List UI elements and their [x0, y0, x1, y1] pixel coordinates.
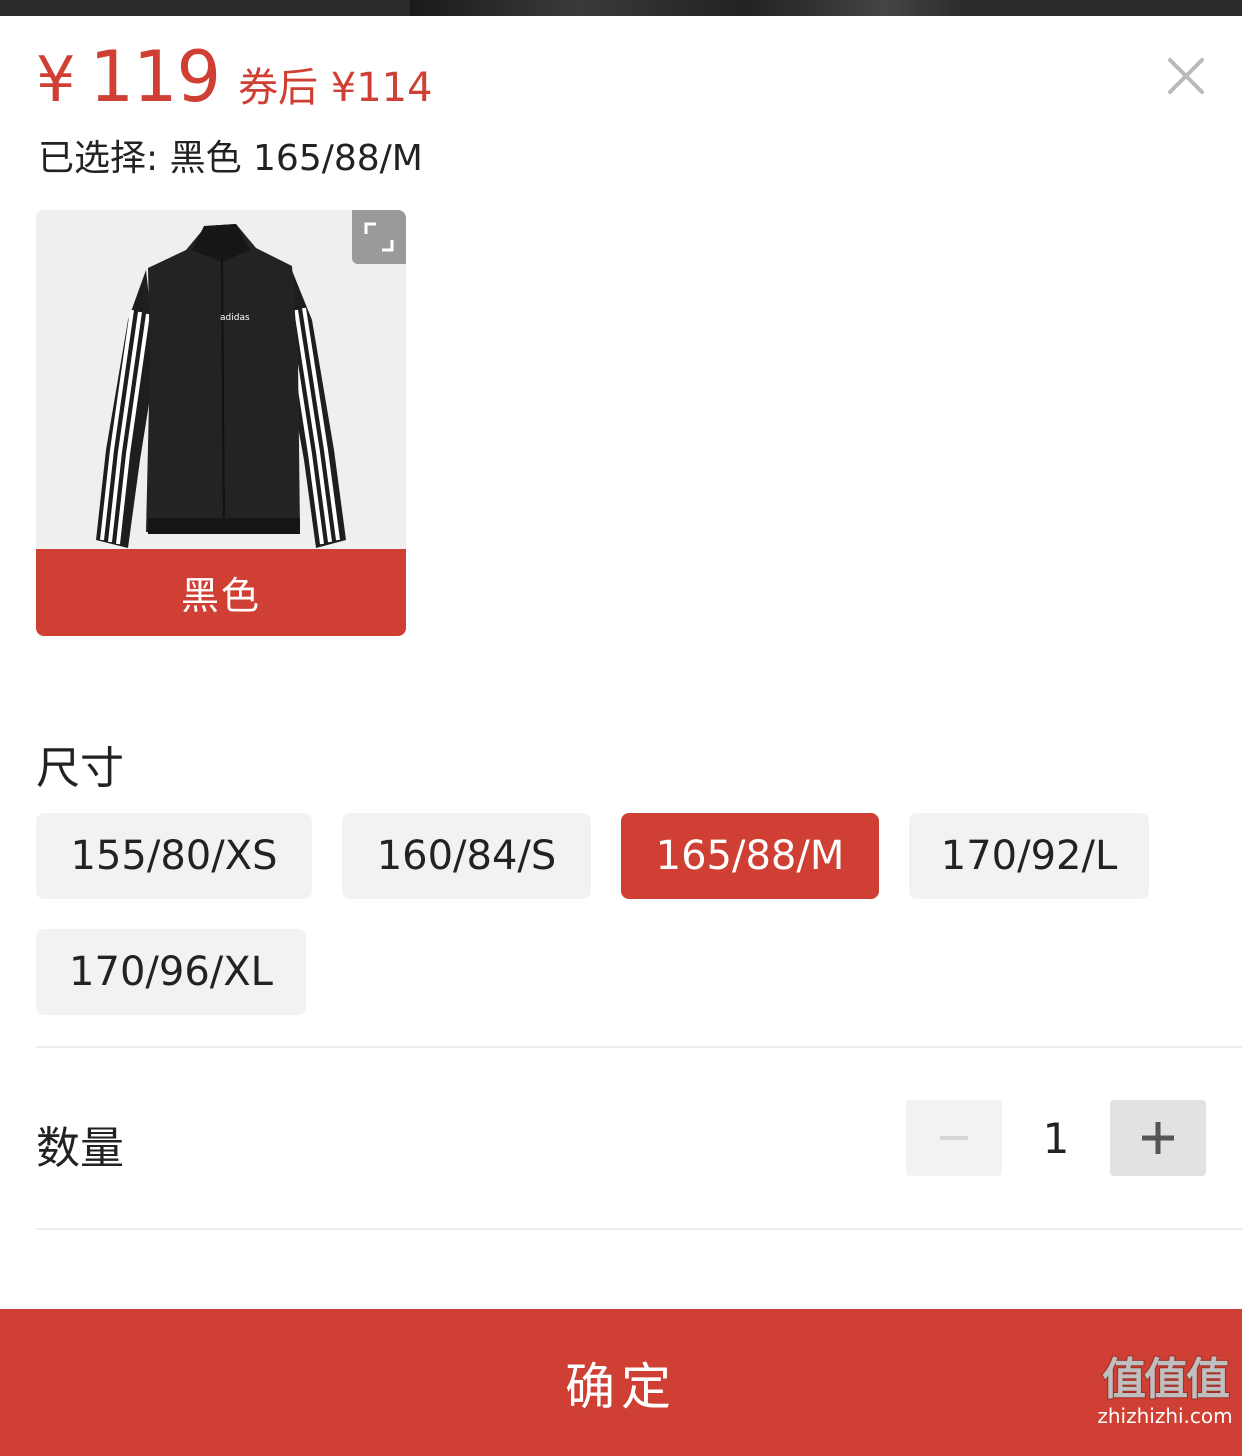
dimmed-backdrop[interactable] [0, 0, 1242, 16]
color-option-black[interactable]: adidas 黑色 [36, 210, 406, 636]
minus-icon [940, 1136, 968, 1140]
plus-icon [1142, 1122, 1174, 1154]
divider [36, 1046, 1242, 1048]
coupon-price: 券后 ¥114 [238, 65, 433, 111]
size-option[interactable]: 160/84/S [342, 813, 591, 899]
size-option[interactable]: 155/80/XS [36, 813, 312, 899]
page: ¥ 119 券后 ¥114 已选择: 黑色 165/88/M adidas 黑色… [0, 0, 1242, 1456]
watermark: 值值值 zhizhizhi.com [1090, 1354, 1240, 1436]
quantity-value[interactable]: 1 [1002, 1100, 1110, 1176]
expand-icon [364, 222, 394, 252]
confirm-button[interactable]: 确定 [0, 1309, 1242, 1456]
close-icon [1168, 58, 1204, 94]
close-button[interactable] [1160, 50, 1212, 102]
price-row: ¥ 119 券后 ¥114 [36, 42, 433, 122]
quantity-increase-button[interactable] [1110, 1100, 1206, 1176]
watermark-logo: 值值值 [1101, 1354, 1231, 1405]
quantity-decrease-button[interactable] [906, 1100, 1002, 1176]
size-option[interactable]: 170/92/L [909, 813, 1149, 899]
product-image: adidas [36, 210, 406, 550]
size-section-title: 尺寸 [36, 743, 124, 794]
expand-image-button[interactable] [352, 210, 406, 264]
size-option[interactable]: 170/96/XL [36, 929, 306, 1015]
selected-summary: 已选择: 黑色 165/88/M [38, 138, 423, 179]
watermark-url: zhizhizhi.com [1097, 1404, 1233, 1429]
divider [36, 1228, 1242, 1230]
size-option-selected[interactable]: 165/88/M [621, 813, 879, 899]
backdrop-image-fragment [410, 0, 970, 16]
quantity-label: 数量 [36, 1123, 124, 1174]
logo-text: adidas [220, 313, 250, 323]
currency-symbol: ¥ [36, 43, 76, 116]
sku-selector-sheet: ¥ 119 券后 ¥114 已选择: 黑色 165/88/M adidas 黑色… [0, 16, 1242, 1456]
color-option-label: 黑色 [36, 549, 406, 636]
jacket-image: adidas [36, 210, 406, 550]
price-value: 119 [89, 36, 221, 118]
